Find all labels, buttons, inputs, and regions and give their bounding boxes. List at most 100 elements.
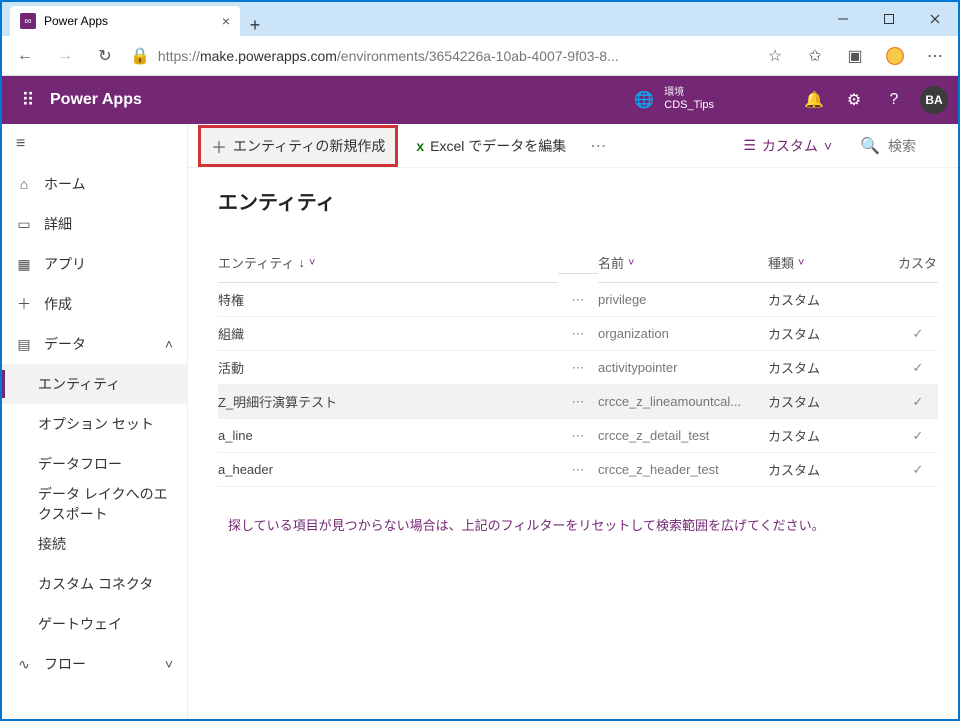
edit-in-excel-button[interactable]: xExcel でデータを編集	[406, 130, 576, 162]
row-more-icon[interactable]: ⋯	[558, 419, 598, 453]
chevron-down-icon: ˅	[798, 257, 804, 269]
maximize-button[interactable]	[866, 2, 912, 36]
cell-type: カスタム	[768, 283, 898, 317]
browser-titlebar: Power Apps × +	[2, 2, 958, 36]
sidebar: ≡ ⌂ホーム ▭詳細 ▦アプリ ＋作成 ▤データ˄ エンティティ オプション セ…	[2, 124, 188, 719]
sidebar-item-connections[interactable]: 接続	[2, 524, 187, 564]
environment-picker[interactable]: 🌐 環境 CDS_Tips	[634, 87, 714, 112]
row-more-icon[interactable]: ⋯	[558, 283, 598, 317]
search-input[interactable]	[888, 138, 948, 154]
cell-entity[interactable]: 活動	[218, 351, 558, 385]
cell-name: crcce_z_header_test	[598, 453, 768, 487]
row-more-icon[interactable]: ⋯	[558, 351, 598, 385]
cell-managed: ✓	[898, 317, 938, 351]
url-box[interactable]: 🔒 https://make.powerapps.com/environment…	[130, 46, 750, 66]
cell-type: カスタム	[768, 317, 898, 351]
cell-entity[interactable]: a_line	[218, 419, 558, 453]
book-icon: ▭	[16, 216, 32, 233]
view-filter[interactable]: ☰カスタム˅	[743, 136, 832, 156]
cell-entity[interactable]: 特権	[218, 283, 558, 317]
row-more-icon[interactable]: ⋯	[558, 317, 598, 351]
favorites-button[interactable]: ✩	[800, 41, 830, 71]
env-name: CDS_Tips	[664, 99, 714, 112]
chevron-up-icon: ˄	[165, 336, 173, 352]
sidebar-item-optionsets[interactable]: オプション セット	[2, 404, 187, 444]
powerapps-favicon	[20, 13, 36, 29]
cell-managed: ✓	[898, 453, 938, 487]
profile-icon[interactable]	[880, 41, 910, 71]
sidebar-item-detail[interactable]: ▭詳細	[2, 204, 187, 244]
sidebar-item-datalake[interactable]: データ レイクへのエクスポート	[2, 484, 187, 524]
close-window-button[interactable]	[912, 2, 958, 36]
row-more-icon[interactable]: ⋯	[558, 453, 598, 487]
notifications-icon[interactable]: 🔔	[794, 90, 834, 110]
sidebar-item-dataflow[interactable]: データフロー	[2, 444, 187, 484]
plus-icon: ＋	[16, 294, 32, 314]
entity-grid: エンティティ↓˅ 名前˅ 種類˅ カスタ 特権⋯privilegeカスタム組織⋯…	[218, 243, 958, 487]
col-spacer	[558, 253, 598, 274]
cell-type: カスタム	[768, 385, 898, 419]
search-icon: 🔍	[860, 136, 880, 156]
col-name[interactable]: 名前˅	[598, 243, 768, 283]
globe-icon: 🌐	[634, 90, 654, 110]
cell-name: crcce_z_lineamountcal...	[598, 385, 768, 419]
col-type[interactable]: 種類˅	[768, 243, 898, 283]
sort-desc-icon: ↓	[298, 255, 305, 270]
sidebar-item-entity[interactable]: エンティティ	[2, 364, 187, 404]
browser-tabs: Power Apps × +	[2, 2, 820, 36]
cell-entity[interactable]: Z_明細行演算テスト	[218, 385, 558, 419]
close-tab-icon[interactable]: ×	[222, 13, 230, 29]
sidebar-item-flow[interactable]: ∿フロー˅	[2, 644, 187, 684]
sidebar-item-create[interactable]: ＋作成	[2, 284, 187, 324]
help-icon[interactable]: ?	[874, 91, 914, 109]
nav-collapse-button[interactable]: ≡	[2, 124, 187, 164]
sidebar-item-gateway[interactable]: ゲートウェイ	[2, 604, 187, 644]
settings-icon[interactable]: ⚙	[834, 90, 874, 110]
col-cust: カスタ	[898, 243, 938, 283]
cell-managed	[898, 283, 938, 317]
page-title: エンティティ	[218, 186, 958, 215]
command-bar: ＋エンティティの新規作成 xExcel でデータを編集 ⋯ ☰カスタム˅ 🔍	[188, 124, 958, 168]
powerapps-header: ⠿ Power Apps 🌐 環境 CDS_Tips 🔔 ⚙ ? BA	[2, 76, 958, 124]
row-more-icon[interactable]: ⋯	[558, 385, 598, 419]
lock-icon: 🔒	[130, 46, 150, 66]
refresh-button[interactable]: ↻	[90, 41, 120, 71]
main-content: ＋エンティティの新規作成 xExcel でデータを編集 ⋯ ☰カスタム˅ 🔍 エ…	[188, 124, 958, 719]
reset-filter-hint[interactable]: 探している項目が見つからない場合は、上記のフィルターをリセットして検索範囲を広げ…	[228, 515, 958, 534]
chevron-down-icon: ˅	[824, 138, 832, 154]
cell-name: privilege	[598, 283, 768, 317]
minimize-button[interactable]	[820, 2, 866, 36]
chevron-down-icon: ˅	[628, 257, 634, 269]
sidebar-item-data[interactable]: ▤データ˄	[2, 324, 187, 364]
cell-entity[interactable]: a_header	[218, 453, 558, 487]
user-avatar[interactable]: BA	[920, 86, 948, 114]
cell-type: カスタム	[768, 453, 898, 487]
collections-icon[interactable]: ▣	[840, 41, 870, 71]
tab-title: Power Apps	[44, 14, 214, 28]
app-launcher-icon[interactable]: ⠿	[12, 90, 44, 111]
browser-tab[interactable]: Power Apps ×	[10, 6, 240, 36]
search-box[interactable]: 🔍	[860, 136, 948, 156]
window-controls	[820, 2, 958, 36]
back-button[interactable]: ←	[10, 41, 40, 71]
apps-icon: ▦	[16, 256, 32, 273]
favorite-star-icon[interactable]: ☆	[760, 41, 790, 71]
cell-managed: ✓	[898, 419, 938, 453]
browser-menu-icon[interactable]: ⋯	[920, 41, 950, 71]
command-overflow[interactable]: ⋯	[584, 136, 612, 156]
forward-button[interactable]: →	[50, 41, 80, 71]
col-entity[interactable]: エンティティ↓˅	[218, 243, 558, 283]
sidebar-item-custom-connector[interactable]: カスタム コネクタ	[2, 564, 187, 604]
sidebar-item-home[interactable]: ⌂ホーム	[2, 164, 187, 204]
plus-icon: ＋	[211, 134, 227, 158]
cell-managed: ✓	[898, 385, 938, 419]
chevron-down-icon: ˅	[165, 656, 173, 672]
sidebar-item-apps[interactable]: ▦アプリ	[2, 244, 187, 284]
new-tab-button[interactable]: +	[240, 15, 270, 36]
cell-entity[interactable]: 組織	[218, 317, 558, 351]
url-text: https://make.powerapps.com/environments/…	[158, 48, 619, 64]
cell-type: カスタム	[768, 351, 898, 385]
cell-name: organization	[598, 317, 768, 351]
cell-managed: ✓	[898, 351, 938, 385]
new-entity-button[interactable]: ＋エンティティの新規作成	[198, 125, 398, 167]
